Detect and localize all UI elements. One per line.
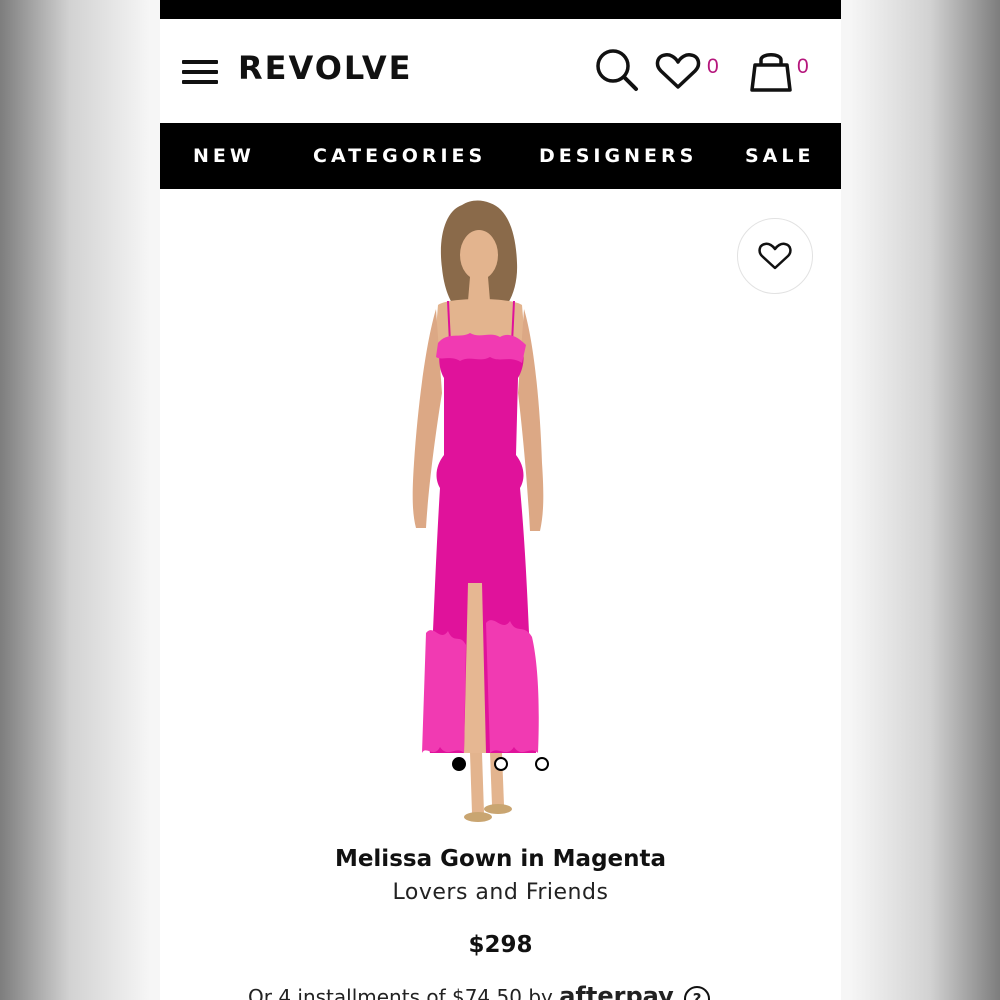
afterpay-installments: Or 4 installments of $74.50 by afterpay … bbox=[248, 982, 711, 1000]
search-icon[interactable] bbox=[594, 47, 640, 93]
help-icon[interactable]: ? bbox=[684, 985, 711, 1000]
product-price: $298 bbox=[468, 932, 533, 958]
main-nav: NEW CATEGORIES DESIGNERS SALE bbox=[160, 123, 841, 189]
nav-item-sale[interactable]: SALE bbox=[745, 145, 814, 167]
nav-item-designers[interactable]: DESIGNERS bbox=[539, 145, 697, 167]
product-image-carousel[interactable] bbox=[160, 189, 841, 829]
nav-item-categories[interactable]: CATEGORIES bbox=[313, 145, 486, 167]
installments-text: Or 4 installments of $74.50 by bbox=[248, 985, 553, 1000]
site-header: REVOLVE 0 0 bbox=[160, 19, 841, 123]
heart-icon bbox=[758, 242, 792, 270]
product-title: Melissa Gown in Magenta bbox=[334, 846, 667, 872]
product-image[interactable] bbox=[390, 193, 570, 833]
wishlist-count: 0 bbox=[707, 55, 719, 78]
add-to-wishlist-button[interactable] bbox=[737, 218, 813, 294]
wishlist-heart-icon[interactable] bbox=[655, 51, 701, 91]
hamburger-menu-button[interactable] bbox=[182, 60, 218, 84]
afterpay-logo: afterpay bbox=[559, 982, 674, 1000]
carousel-indicators bbox=[160, 757, 841, 777]
product-brand[interactable]: Lovers and Friends bbox=[160, 880, 841, 905]
shopping-bag-icon[interactable] bbox=[748, 47, 794, 93]
status-bar bbox=[160, 0, 841, 19]
bag-count: 0 bbox=[797, 55, 809, 78]
carousel-dot-1[interactable] bbox=[452, 757, 466, 771]
nav-item-new[interactable]: NEW bbox=[193, 145, 255, 167]
carousel-dot-2[interactable] bbox=[494, 757, 508, 771]
carousel-dot-3[interactable] bbox=[535, 757, 549, 771]
phone-screen: REVOLVE 0 0 NEW CATEGORIES DESIGNERS SAL… bbox=[160, 0, 841, 1000]
revolve-logo[interactable]: REVOLVE bbox=[238, 49, 413, 87]
